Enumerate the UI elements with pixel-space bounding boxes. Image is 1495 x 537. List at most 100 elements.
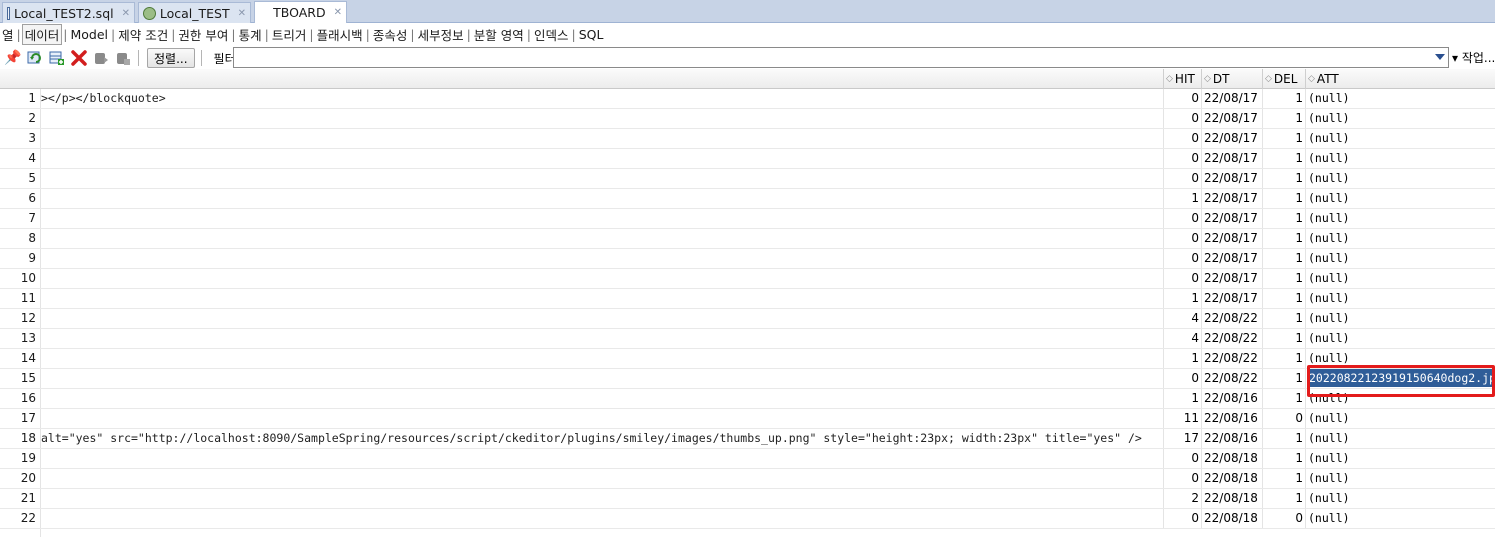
content-cell[interactable] xyxy=(41,369,1162,388)
table-row[interactable]: 16 1 22/08/16 1 (null) xyxy=(0,389,1495,409)
hit-cell[interactable]: 0 xyxy=(1163,209,1200,228)
del-cell[interactable]: 1 xyxy=(1262,249,1304,268)
close-icon[interactable]: ✕ xyxy=(334,7,342,18)
pin-icon[interactable]: 📌 xyxy=(4,49,22,67)
content-cell[interactable] xyxy=(41,109,1162,128)
column-header-att[interactable]: ◇ ATT xyxy=(1305,69,1495,89)
del-cell[interactable]: 1 xyxy=(1262,489,1304,508)
table-row[interactable]: 21 2 22/08/18 1 (null) xyxy=(0,489,1495,509)
del-cell[interactable]: 1 xyxy=(1262,89,1304,108)
dt-cell[interactable]: 22/08/17 xyxy=(1201,229,1262,248)
table-row[interactable]: 20 0 22/08/18 1 (null) xyxy=(0,469,1495,489)
sort-icon[interactable]: ◇ xyxy=(1204,74,1211,84)
del-cell[interactable]: 1 xyxy=(1262,269,1304,288)
dt-cell[interactable]: 22/08/22 xyxy=(1201,349,1262,368)
subtab-sql[interactable]: SQL xyxy=(577,27,606,42)
del-cell[interactable]: 1 xyxy=(1262,149,1304,168)
att-cell[interactable]: (null) xyxy=(1305,129,1495,148)
content-cell[interactable] xyxy=(41,409,1162,428)
del-cell[interactable]: 1 xyxy=(1262,429,1304,448)
table-row[interactable]: 13 4 22/08/22 1 (null) xyxy=(0,329,1495,349)
dt-cell[interactable]: 22/08/17 xyxy=(1201,149,1262,168)
dt-cell[interactable]: 22/08/17 xyxy=(1201,249,1262,268)
content-cell[interactable] xyxy=(41,469,1162,488)
hit-cell[interactable]: 1 xyxy=(1163,289,1200,308)
del-cell[interactable]: 1 xyxy=(1262,209,1304,228)
content-cell[interactable]: alt="yes" src="http://localhost:8090/Sam… xyxy=(41,429,1162,448)
dt-cell[interactable]: 22/08/18 xyxy=(1201,489,1262,508)
dt-cell[interactable]: 22/08/22 xyxy=(1201,369,1262,388)
del-cell[interactable]: 1 xyxy=(1262,369,1304,388)
table-row[interactable]: 18 alt="yes" src="http://localhost:8090/… xyxy=(0,429,1495,449)
dt-cell[interactable]: 22/08/22 xyxy=(1201,329,1262,348)
content-cell[interactable] xyxy=(41,349,1162,368)
dt-cell[interactable]: 22/08/18 xyxy=(1201,469,1262,488)
del-cell[interactable]: 1 xyxy=(1262,389,1304,408)
att-cell[interactable]: (null) xyxy=(1305,449,1495,468)
hit-cell[interactable]: 11 xyxy=(1163,409,1200,428)
dt-cell[interactable]: 22/08/17 xyxy=(1201,189,1262,208)
content-cell[interactable] xyxy=(41,149,1162,168)
subtab-grants[interactable]: 권한 부여 xyxy=(176,25,230,44)
hit-cell[interactable]: 0 xyxy=(1163,369,1200,388)
close-icon[interactable]: ✕ xyxy=(122,8,130,19)
del-cell[interactable]: 1 xyxy=(1262,349,1304,368)
dt-cell[interactable]: 22/08/17 xyxy=(1201,169,1262,188)
hit-cell[interactable]: 2 xyxy=(1163,489,1200,508)
table-row[interactable]: 10 0 22/08/17 1 (null) xyxy=(0,269,1495,289)
content-cell[interactable] xyxy=(41,129,1162,148)
content-cell[interactable] xyxy=(41,449,1162,468)
commit-icon[interactable] xyxy=(92,49,110,67)
subtab-dependencies[interactable]: 종속성 xyxy=(371,25,410,44)
subtab-constraints[interactable]: 제약 조건 xyxy=(116,25,170,44)
refresh-icon[interactable] xyxy=(26,49,44,67)
content-cell[interactable] xyxy=(41,209,1162,228)
content-cell[interactable] xyxy=(41,309,1162,328)
rollback-icon[interactable] xyxy=(114,49,132,67)
del-cell[interactable]: 1 xyxy=(1262,289,1304,308)
subtab-triggers[interactable]: 트리거 xyxy=(270,25,309,44)
table-row[interactable]: 11 1 22/08/17 1 (null) xyxy=(0,289,1495,309)
column-header-dt[interactable]: ◇ DT xyxy=(1201,69,1262,89)
content-cell[interactable] xyxy=(41,389,1162,408)
hit-cell[interactable]: 1 xyxy=(1163,349,1200,368)
att-cell[interactable]: (null) xyxy=(1305,329,1495,348)
table-row[interactable]: 22 0 22/08/18 0 (null) xyxy=(0,509,1495,529)
table-row[interactable]: 3 0 22/08/17 1 (null) xyxy=(0,129,1495,149)
dt-cell[interactable]: 22/08/17 xyxy=(1201,89,1262,108)
att-cell[interactable]: (null) xyxy=(1305,209,1495,228)
table-row[interactable]: 6 1 22/08/17 1 (null) xyxy=(0,189,1495,209)
hit-cell[interactable]: 4 xyxy=(1163,329,1200,348)
att-cell[interactable]: (null) xyxy=(1305,249,1495,268)
del-cell[interactable]: 0 xyxy=(1262,409,1304,428)
att-cell[interactable]: (null) xyxy=(1305,489,1495,508)
table-row[interactable]: 9 0 22/08/17 1 (null) xyxy=(0,249,1495,269)
content-cell[interactable] xyxy=(41,189,1162,208)
content-cell[interactable] xyxy=(41,329,1162,348)
content-cell[interactable] xyxy=(41,289,1162,308)
att-cell[interactable]: (null) xyxy=(1305,409,1495,428)
table-row[interactable]: 15 0 22/08/22 1 xyxy=(0,369,1495,389)
table-row[interactable]: 5 0 22/08/17 1 (null) xyxy=(0,169,1495,189)
subtab-indexes[interactable]: 인덱스 xyxy=(532,25,571,44)
hit-cell[interactable]: 0 xyxy=(1163,109,1200,128)
att-cell[interactable]: (null) xyxy=(1305,109,1495,128)
att-cell[interactable]: (null) xyxy=(1305,309,1495,328)
table-row[interactable]: 1 ></p></blockquote> 0 22/08/17 1 (null) xyxy=(0,89,1495,109)
hit-cell[interactable]: 0 xyxy=(1163,449,1200,468)
dt-cell[interactable]: 22/08/17 xyxy=(1201,109,1262,128)
table-row[interactable]: 14 1 22/08/22 1 (null) xyxy=(0,349,1495,369)
del-cell[interactable]: 1 xyxy=(1262,169,1304,188)
hit-cell[interactable]: 1 xyxy=(1163,389,1200,408)
dt-cell[interactable]: 22/08/22 xyxy=(1201,309,1262,328)
tab-local-test2-sql[interactable]: Local_TEST2.sql ✕ xyxy=(2,2,135,23)
table-row[interactable]: 17 11 22/08/16 0 (null) xyxy=(0,409,1495,429)
dt-cell[interactable]: 22/08/16 xyxy=(1201,389,1262,408)
del-cell[interactable]: 1 xyxy=(1262,449,1304,468)
subtab-statistics[interactable]: 통계 xyxy=(237,25,264,44)
dt-cell[interactable]: 22/08/17 xyxy=(1201,129,1262,148)
hit-cell[interactable]: 0 xyxy=(1163,129,1200,148)
del-cell[interactable]: 1 xyxy=(1262,129,1304,148)
table-row[interactable]: 8 0 22/08/17 1 (null) xyxy=(0,229,1495,249)
hit-cell[interactable]: 0 xyxy=(1163,249,1200,268)
